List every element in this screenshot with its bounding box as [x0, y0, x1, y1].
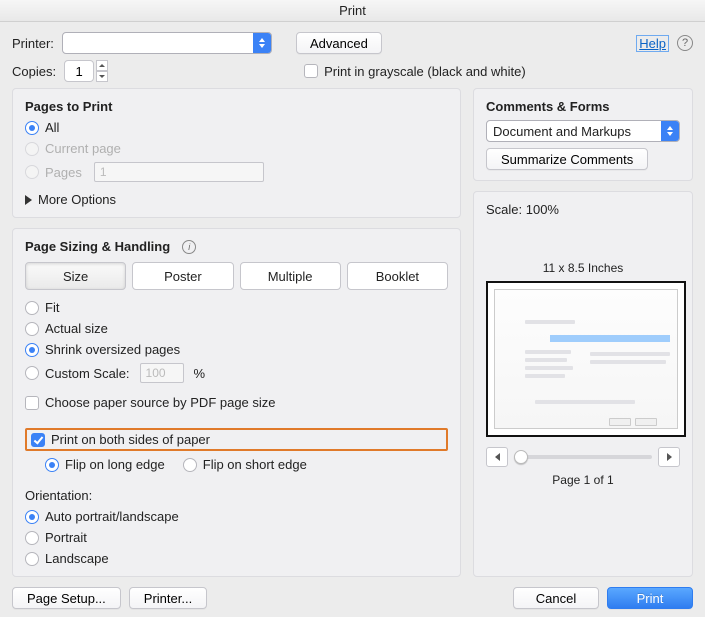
advanced-button[interactable]: Advanced	[296, 32, 382, 54]
seg-booklet[interactable]: Booklet	[347, 262, 448, 290]
comments-forms-panel: Comments & Forms Document and Markups Su…	[473, 88, 693, 181]
preview-panel: Scale: 100% 11 x 8.5 Inches	[473, 191, 693, 577]
checkbox-icon	[304, 64, 318, 78]
radio-fit[interactable]: Fit	[25, 300, 448, 315]
copies-input[interactable]	[64, 60, 94, 82]
radio-flip-short[interactable]: Flip on short edge	[183, 457, 307, 472]
radio-pages[interactable]: Pages	[25, 162, 448, 182]
printer-button[interactable]: Printer...	[129, 587, 207, 609]
both-sides-checkbox[interactable]: Print on both sides of paper	[31, 432, 210, 447]
printer-label: Printer:	[12, 36, 54, 51]
radio-icon	[25, 322, 39, 336]
radio-icon	[25, 366, 39, 380]
radio-orientation-portrait[interactable]: Portrait	[25, 530, 448, 545]
main-columns: Pages to Print All Current page Pages	[12, 88, 693, 577]
radio-all[interactable]: All	[25, 120, 448, 135]
right-column: Comments & Forms Document and Markups Su…	[473, 88, 693, 577]
popup-arrows-icon	[661, 121, 679, 141]
preview-dimensions: 11 x 8.5 Inches	[486, 261, 680, 275]
triangle-right-icon	[25, 195, 32, 205]
grayscale-checkbox[interactable]: Print in grayscale (black and white)	[304, 64, 526, 79]
dialog-footer: Page Setup... Printer... Cancel Print	[12, 583, 693, 609]
stepper-arrows-icon[interactable]	[96, 60, 108, 82]
preview-thumbnail	[494, 289, 678, 429]
seg-multiple[interactable]: Multiple	[240, 262, 341, 290]
radio-icon	[25, 510, 39, 524]
preview-nav-row	[486, 447, 680, 467]
radio-icon	[25, 552, 39, 566]
page-sizing-title: Page Sizing & Handling	[25, 239, 170, 254]
help-icon[interactable]: ?	[677, 35, 693, 51]
pages-to-print-title: Pages to Print	[25, 99, 448, 114]
help-link[interactable]: Help	[636, 35, 669, 52]
left-column: Pages to Print All Current page Pages	[12, 88, 461, 577]
radio-orientation-landscape[interactable]: Landscape	[25, 551, 448, 566]
scale-label: Scale: 100%	[486, 202, 680, 217]
radio-icon	[25, 531, 39, 545]
copies-row: Copies: Print in grayscale (black and wh…	[12, 60, 693, 82]
cancel-button[interactable]: Cancel	[513, 587, 599, 609]
page-sizing-panel: Page Sizing & Handling i Size Poster Mul…	[12, 228, 461, 577]
page-slider[interactable]	[514, 455, 652, 459]
orientation-title: Orientation:	[25, 488, 448, 503]
slider-knob-icon	[514, 450, 528, 464]
radio-actual-size[interactable]: Actual size	[25, 321, 448, 336]
checkbox-icon	[25, 396, 39, 410]
radio-icon	[25, 142, 39, 156]
highlighted-both-sides: Print on both sides of paper	[25, 428, 448, 451]
radio-current-page[interactable]: Current page	[25, 141, 448, 156]
seg-poster[interactable]: Poster	[132, 262, 233, 290]
printer-select[interactable]	[62, 32, 272, 54]
summarize-comments-button[interactable]: Summarize Comments	[486, 148, 648, 170]
popup-arrows-icon	[253, 33, 271, 53]
sizing-segmented: Size Poster Multiple Booklet	[25, 262, 448, 290]
comments-forms-title: Comments & Forms	[486, 99, 680, 114]
window-title: Print	[0, 0, 705, 22]
page-setup-button[interactable]: Page Setup...	[12, 587, 121, 609]
page-indicator: Page 1 of 1	[486, 473, 680, 487]
radio-icon	[45, 458, 59, 472]
custom-scale-input[interactable]	[140, 363, 184, 383]
pages-range-input[interactable]	[94, 162, 264, 182]
next-page-button[interactable]	[658, 447, 680, 467]
choose-paper-source-checkbox[interactable]: Choose paper source by PDF page size	[25, 395, 448, 410]
print-button[interactable]: Print	[607, 587, 693, 609]
radio-icon	[25, 343, 39, 357]
radio-icon	[25, 301, 39, 315]
radio-custom-scale[interactable]: Custom Scale: %	[25, 363, 448, 383]
radio-orientation-auto[interactable]: Auto portrait/landscape	[25, 509, 448, 524]
preview-box	[486, 281, 686, 437]
grayscale-label: Print in grayscale (black and white)	[324, 64, 526, 79]
dialog-content: Printer: Advanced Help ? Copies: Print i…	[0, 22, 705, 617]
printer-row: Printer: Advanced Help ?	[12, 32, 693, 54]
radio-icon	[183, 458, 197, 472]
radio-icon	[25, 121, 39, 135]
prev-page-button[interactable]	[486, 447, 508, 467]
radio-flip-long[interactable]: Flip on long edge	[45, 457, 165, 472]
seg-size[interactable]: Size	[25, 262, 126, 290]
copies-label: Copies:	[12, 64, 56, 79]
comments-select[interactable]: Document and Markups	[486, 120, 680, 142]
more-options-disclosure[interactable]: More Options	[25, 192, 448, 207]
radio-shrink[interactable]: Shrink oversized pages	[25, 342, 448, 357]
radio-icon	[25, 165, 39, 179]
checkbox-icon	[31, 433, 45, 447]
print-dialog: Print Printer: Advanced Help ? Copies:	[0, 0, 705, 608]
pages-to-print-panel: Pages to Print All Current page Pages	[12, 88, 461, 218]
copies-stepper[interactable]	[64, 60, 108, 82]
info-icon[interactable]: i	[182, 240, 196, 254]
